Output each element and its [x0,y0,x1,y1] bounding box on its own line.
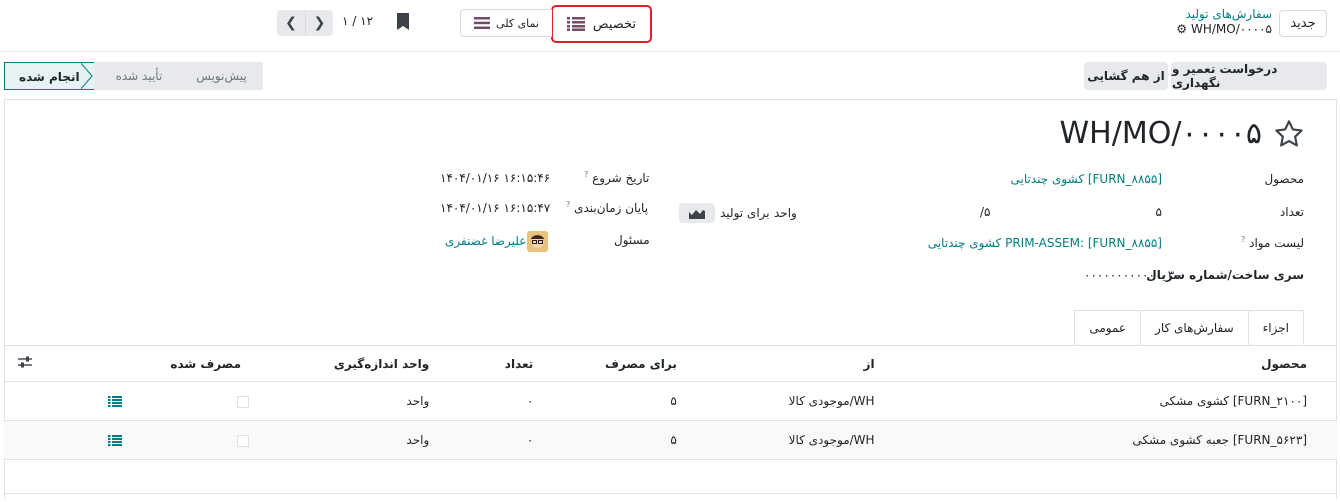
breadcrumb: سفارش‌های تولید WH/MO/۰۰۰۰۵ ⚙ [1176,7,1272,36]
responsible-value[interactable]: علیرضا غضنفری [445,234,526,248]
pager-value[interactable]: ۱ / ۱۲ [342,14,373,28]
overview-button[interactable]: نمای کلی [460,9,552,37]
row-to-consume[interactable]: ۵ [541,420,685,460]
tab-work-orders[interactable]: سفارش‌های کار [1140,310,1249,345]
row-product[interactable]: [FURN_۵۶۲۳] جعبه کشوی مشکی [882,420,1337,460]
favorite-star-icon[interactable] [1273,118,1305,153]
allocation-button-label: تخصیص [592,16,637,32]
col-quantity[interactable]: تعداد [437,345,542,382]
stage-confirmed[interactable]: تأیید شده [93,62,177,90]
lot-value[interactable]: ۰۰۰۰۰۰۰۰۰۰۰۰۰۳۰ [1084,268,1181,282]
bars-icon [474,17,491,29]
col-uom[interactable]: واحد اندازه‌گیری [249,345,438,382]
col-consumed[interactable]: مصرف شده [130,345,250,382]
components-table: محصول از برای مصرف تعداد واحد اندازه‌گیر… [4,345,1337,494]
row-to-consume[interactable]: ۵ [541,381,685,421]
end-date-value[interactable]: ۱۴۰۴/۰۱/۱۶ ۱۶:۱۵:۴۷ [440,201,550,215]
consumed-checkbox[interactable] [237,395,250,408]
col-settings [4,345,130,382]
table-row[interactable]: [FURN_۲۱۰۰] کشوی مشکی WH/موجودی کالا ۵ ۰… [4,381,1337,421]
gear-icon[interactable]: ⚙ [1176,22,1187,36]
tab-components[interactable]: اجزاء [1247,310,1304,345]
record-name: WH/MO/۰۰۰۰۵ [1191,22,1272,36]
row-uom[interactable]: واحد [249,381,438,421]
overview-button-label: نمای کلی [496,16,539,30]
stage-draft[interactable]: پیش‌نویس [176,62,263,90]
row-uom[interactable]: واحد [249,420,438,460]
col-to-consume[interactable]: برای مصرف [541,345,685,382]
quantity-value[interactable]: ۵ [1156,205,1162,219]
product-label: محصول [1264,172,1305,186]
record-title: WH/MO/۰۰۰۰۵ [1059,116,1263,151]
table-row[interactable]: [FURN_۵۶۲۳] جعبه کشوی مشکی WH/موجودی کال… [4,420,1337,460]
to-produce-label: برای تولید [720,206,770,220]
col-product[interactable]: محصول [882,345,1337,382]
column-settings-icon[interactable] [18,356,32,368]
table-header-row: محصول از برای مصرف تعداد واحد اندازه‌گیر… [4,345,1337,382]
pager-previous-button[interactable]: ❮ [277,10,305,36]
product-value[interactable]: [FURN_۸۸۵۵] کشوی چندتایی [1011,172,1162,186]
detailed-operations-icon[interactable] [108,396,122,407]
status-bar: انجام شده تأیید شده پیش‌نویس [4,62,263,90]
breadcrumb-parent-link[interactable]: سفارش‌های تولید [1176,7,1272,21]
list-icon [566,17,585,31]
row-quantity[interactable]: ۰ [437,420,542,460]
table-empty-row [4,459,1337,494]
status-arrow [80,62,93,90]
notebook-tabs: اجزاء سفارش‌های کار عمومی [1074,310,1304,345]
avatar [527,231,548,252]
unbuild-button[interactable]: از هم گشایی [1084,62,1168,90]
header-divider [0,51,1340,52]
maintenance-request-button[interactable]: درخواست تعمیر و نگهداری [1171,62,1327,90]
row-from[interactable]: WH/موجودی کالا [684,420,883,460]
new-button[interactable]: جدید [1279,10,1327,37]
forecast-chart-button[interactable] [679,203,715,223]
start-date-value[interactable]: ۱۴۰۴/۰۱/۱۶ ۱۶:۱۵:۴۶ [440,171,550,185]
pager-next-button[interactable]: ❯ [305,10,333,36]
chevron-right-icon: ❯ [313,15,326,31]
consumed-checkbox[interactable] [237,434,250,447]
end-date-label: پایان زمان‌بندی ? [566,200,649,215]
chevron-left-icon: ❮ [285,15,297,31]
detailed-operations-icon[interactable] [108,435,122,446]
bom-value[interactable]: PRIM-ASSEM: [FURN_۸۸۵۵] کشوی چندتایی [928,236,1162,250]
quantity-produced: ۵/ [980,205,991,219]
row-quantity[interactable]: ۰ [437,381,542,421]
tab-miscellaneous[interactable]: عمومی [1074,310,1142,345]
row-from[interactable]: WH/موجودی کالا [684,381,883,421]
area-chart-icon [689,209,705,219]
col-from[interactable]: از [684,345,883,382]
bookmark-icon[interactable] [397,13,409,33]
start-date-label: تاریخ شروع ? [584,170,650,185]
bom-label: لیست مواد ? [1241,235,1304,250]
responsible-label: مسئول [614,233,650,247]
quantity-label: تعداد [1279,205,1304,219]
uom-label: واحد [774,206,797,220]
allocation-button[interactable]: تخصیص [551,5,652,43]
row-product[interactable]: [FURN_۲۱۰۰] کشوی مشکی [882,381,1337,421]
